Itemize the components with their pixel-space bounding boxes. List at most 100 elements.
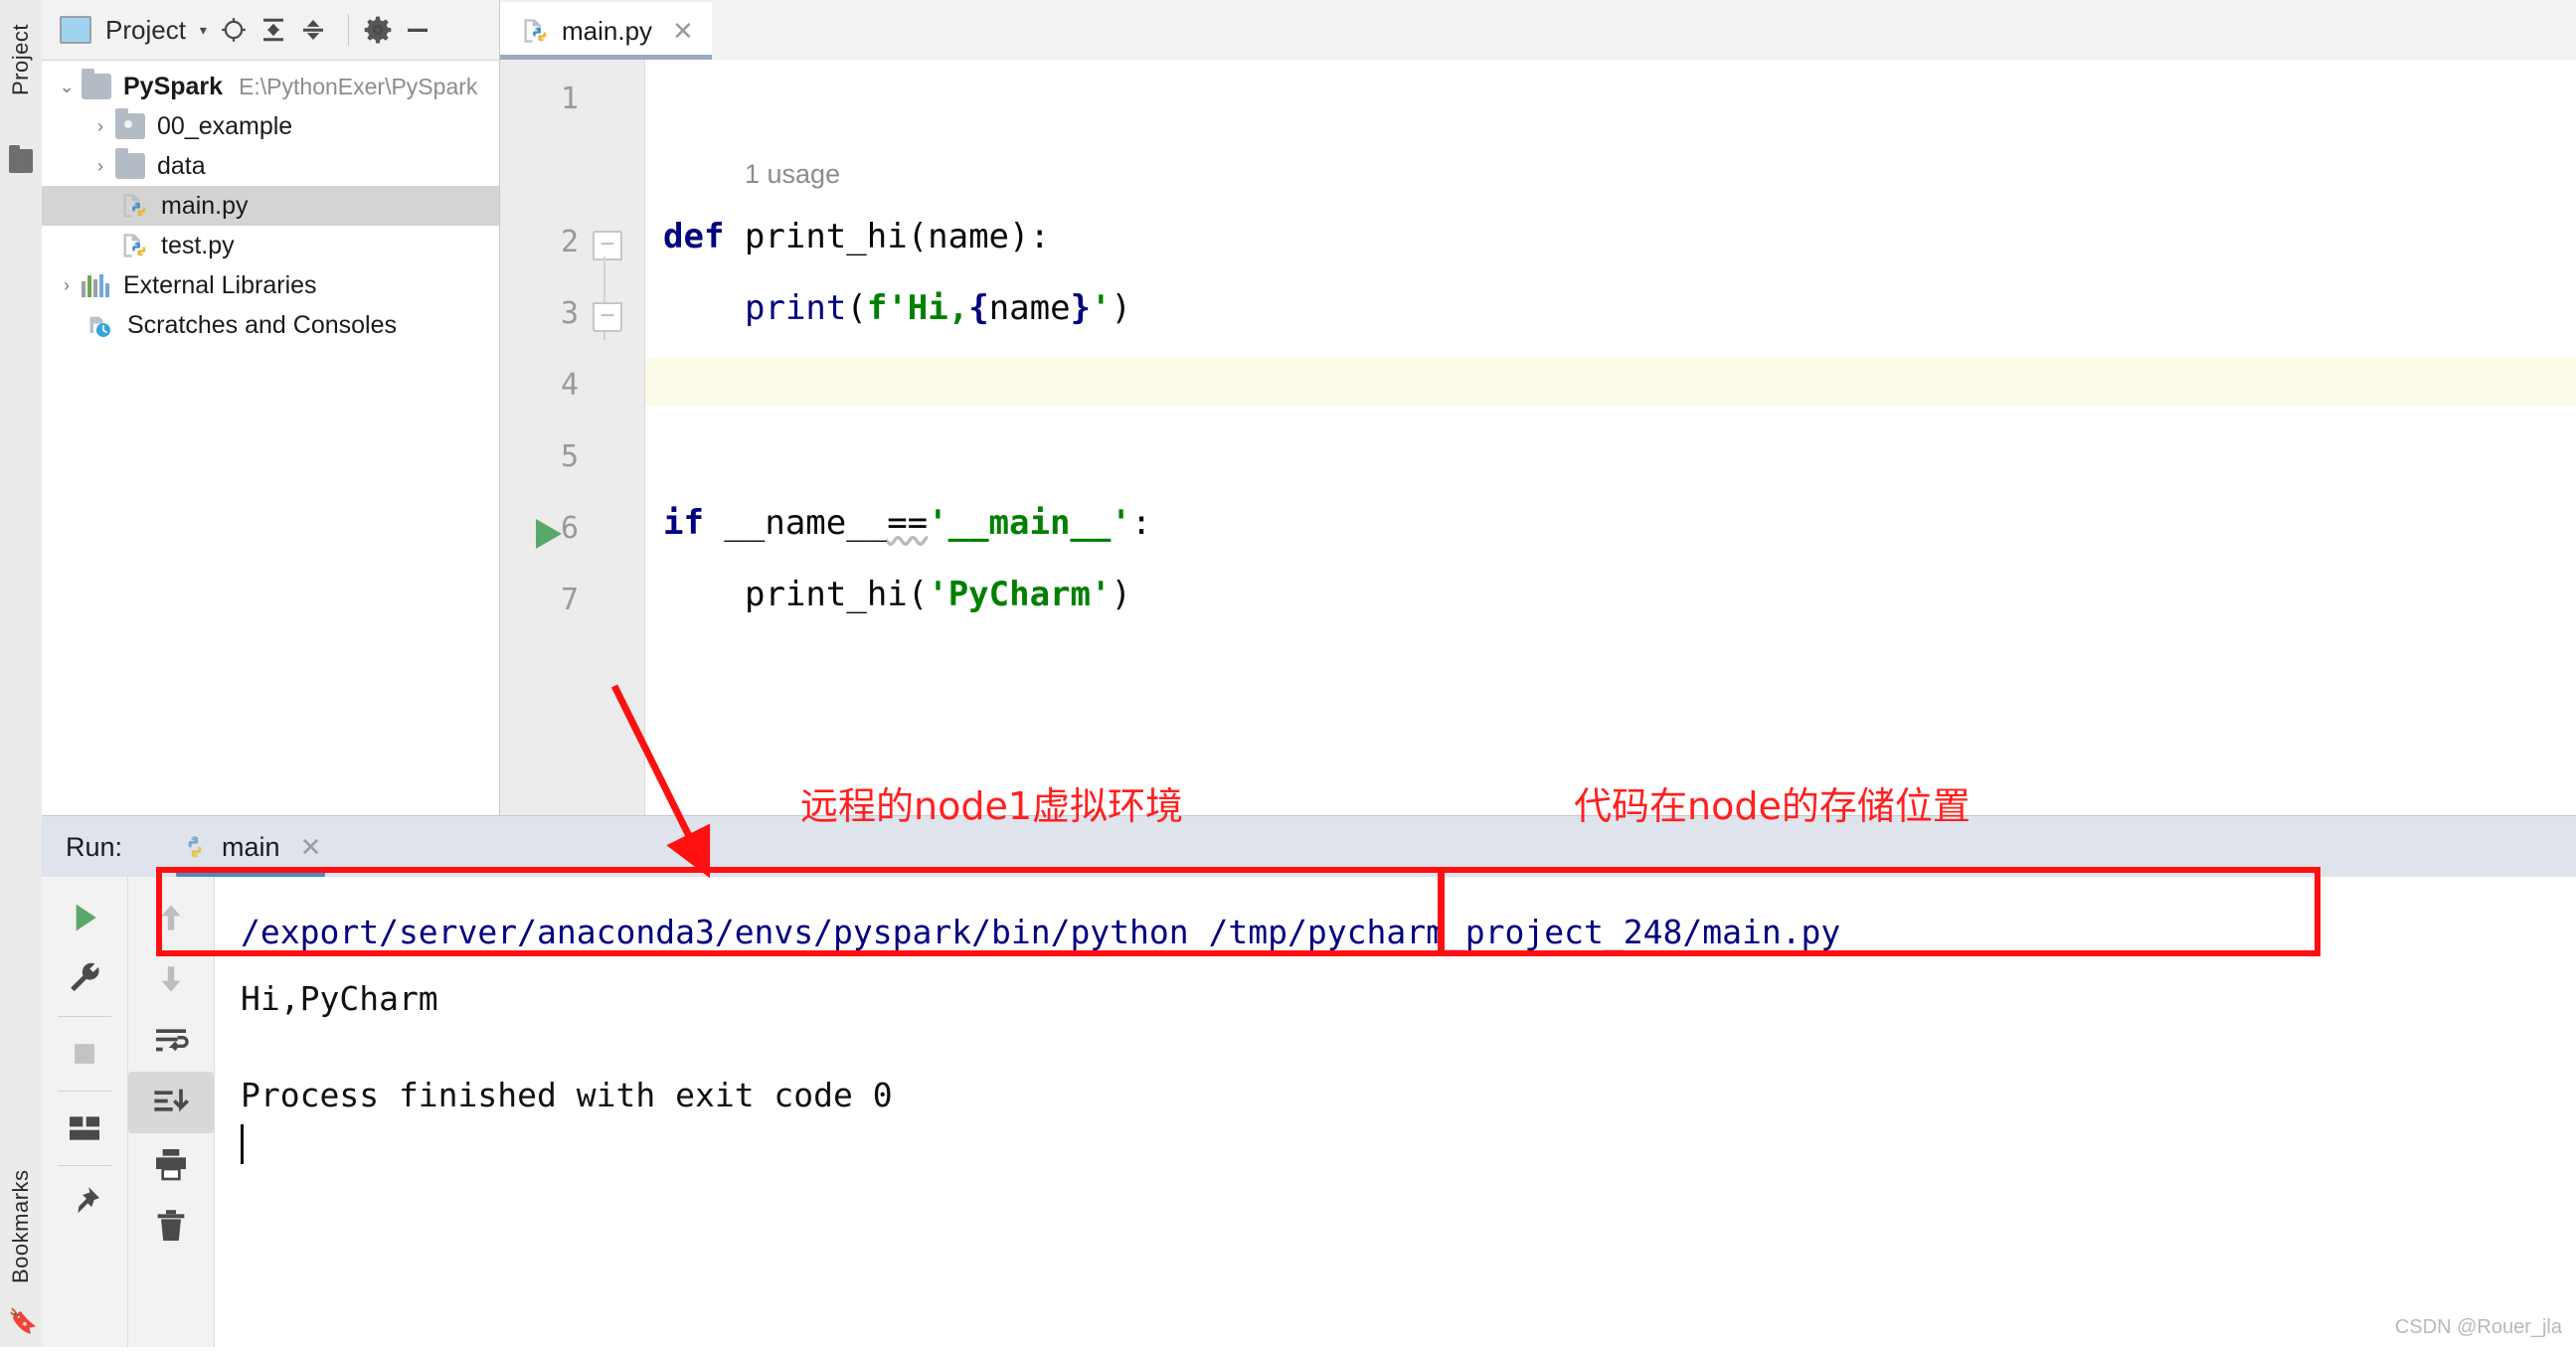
line-number: 4: [560, 368, 579, 403]
usage-inlay-hint[interactable]: 1 usage: [745, 159, 840, 190]
python-file-icon: [180, 833, 210, 861]
folder-icon: [115, 148, 145, 179]
chevron-down-icon[interactable]: ▾: [200, 22, 207, 39]
scratches-icon: [86, 312, 115, 338]
watermark: CSDN @Rouer_jla: [2394, 1316, 2562, 1338]
tree-path: E:\PythonExer\PySpark: [239, 73, 478, 99]
tree-row-main-py[interactable]: main.py: [42, 186, 499, 226]
python-icon-svg: [188, 836, 202, 858]
project-window-icon: [60, 16, 91, 44]
code-editor[interactable]: 1 usage def print_hi(name): print(f'Hi,{…: [645, 60, 2576, 815]
tree-row-pyspark[interactable]: ⌄ PySpark E:\PythonExer\PySpark: [42, 67, 499, 106]
chevron-right-icon[interactable]: ›: [52, 275, 82, 296]
tree-row-data[interactable]: › data: [42, 146, 499, 186]
libraries-icon: [82, 273, 111, 297]
stop-button[interactable]: [42, 1023, 127, 1085]
run-tab-label: main: [222, 831, 280, 862]
scratches-icon-svg: [89, 316, 110, 338]
folder-icon: [115, 108, 145, 139]
toolbar-divider: [58, 1091, 111, 1092]
project-title: Project: [105, 14, 186, 45]
expand-all-icon[interactable]: [257, 13, 290, 47]
tree-label: External Libraries: [123, 270, 317, 299]
line-number: 2: [560, 225, 579, 259]
highlight-box-script-path: [1439, 867, 2320, 956]
python-file-icon: [520, 17, 550, 45]
chevron-right-icon[interactable]: ›: [86, 116, 115, 137]
layout-grid-icon: [70, 1116, 99, 1140]
editor-gutter[interactable]: 1 2 3 4 5 6 7: [500, 60, 645, 815]
editor-tab-main-py[interactable]: main.py ✕: [500, 2, 712, 60]
pin-tab-button[interactable]: [42, 1172, 127, 1234]
project-tree: ⌄ PySpark E:\PythonExer\PySpark › 00_exa…: [42, 61, 499, 345]
tree-row-external-libraries[interactable]: › External Libraries: [42, 265, 499, 305]
expand-all-icon-svg: [262, 18, 283, 42]
token-call-close: ): [1111, 575, 1131, 614]
soft-wrap-button[interactable]: [128, 1010, 214, 1072]
chevron-right-icon[interactable]: ›: [86, 156, 115, 177]
layout-button[interactable]: [42, 1098, 127, 1159]
run-window-label: Run:: [66, 831, 123, 862]
trash-icon: [157, 1210, 185, 1241]
settings-gear-icon[interactable]: [361, 13, 395, 47]
code-line-6: if __name__=='__main__':: [663, 503, 1151, 543]
toolbar-divider: [347, 14, 349, 46]
printer-icon: [156, 1149, 186, 1181]
python-file-icon-svg: [123, 234, 146, 257]
tree-label: Scratches and Consoles: [127, 310, 397, 339]
fold-marker-end-icon[interactable]: [593, 302, 622, 332]
tree-row-scratches-and-consoles[interactable]: Scratches and Consoles: [42, 305, 499, 345]
print-button[interactable]: [128, 1133, 214, 1195]
chevron-down-icon[interactable]: ⌄: [52, 77, 82, 97]
rerun-button[interactable]: [42, 887, 127, 948]
annotation-code-location: 代码在node的存储位置: [1574, 784, 1971, 828]
play-icon: [76, 904, 96, 931]
python-file-icon-svg: [123, 194, 146, 218]
token-brace-close: }: [1070, 288, 1092, 328]
arrow-down-icon: [161, 966, 181, 992]
tree-row-test-py[interactable]: test.py: [42, 226, 499, 265]
wrench-icon: [71, 962, 99, 992]
project-header: Project ▾: [42, 0, 499, 61]
tree-row-00-example[interactable]: › 00_example: [42, 106, 499, 146]
token-keyword-if: if: [663, 503, 704, 543]
edit-configurations-button[interactable]: [42, 948, 127, 1010]
folder-icon: [82, 69, 111, 99]
python-file-icon: [119, 232, 149, 259]
code-line-2: def print_hi(name):: [663, 217, 1050, 256]
soft-wrap-icon: [156, 1029, 189, 1052]
token-fstring-open: f'Hi,: [866, 288, 969, 328]
token-fstring-close: ': [1091, 288, 1112, 328]
scroll-to-end-button[interactable]: [128, 1072, 214, 1133]
locate-icon[interactable]: [217, 13, 251, 47]
current-line-highlight: [645, 358, 2576, 406]
tree-label: 00_example: [157, 111, 293, 140]
minus-icon-svg: [601, 314, 614, 317]
close-icon[interactable]: ✕: [672, 18, 694, 44]
token-function-signature: print_hi(name):: [744, 217, 1050, 256]
line-number: 7: [560, 583, 579, 617]
run-line-marker-icon[interactable]: [536, 519, 562, 549]
clear-all-button[interactable]: [128, 1195, 214, 1257]
tool-tab-bookmarks-label: Bookmarks: [8, 1169, 33, 1283]
close-icon[interactable]: ✕: [300, 832, 322, 863]
toolbar-divider: [58, 1016, 111, 1017]
token-main-string: '__main__': [928, 503, 1131, 543]
hide-window-icon[interactable]: [401, 13, 434, 47]
run-toolbar-left: [42, 877, 128, 1347]
tool-tab-project[interactable]: Project: [0, 10, 42, 139]
collapse-all-icon[interactable]: [296, 13, 330, 47]
tree-label: main.py: [161, 191, 249, 220]
down-the-stack-trace-button[interactable]: [128, 948, 214, 1010]
editor-tab-bar: main.py ✕: [500, 0, 2576, 61]
console-exit-line: Process finished with exit code 0: [241, 1076, 893, 1114]
token-paren-close: ): [1111, 288, 1132, 328]
token-keyword-def: def: [663, 217, 725, 256]
project-tool-window: Project ▾ ⌄ PySpark E:\PythonExer\PySpar…: [42, 0, 500, 815]
token-call-print-hi: print_hi(: [745, 575, 929, 614]
tree-label: PySpark: [123, 72, 224, 100]
fold-marker-collapse-icon[interactable]: [593, 231, 622, 260]
editor-area: main.py ✕ 1 2 3 4 5 6 7 1 usage def prin…: [500, 0, 2576, 815]
tree-label: data: [157, 151, 206, 180]
